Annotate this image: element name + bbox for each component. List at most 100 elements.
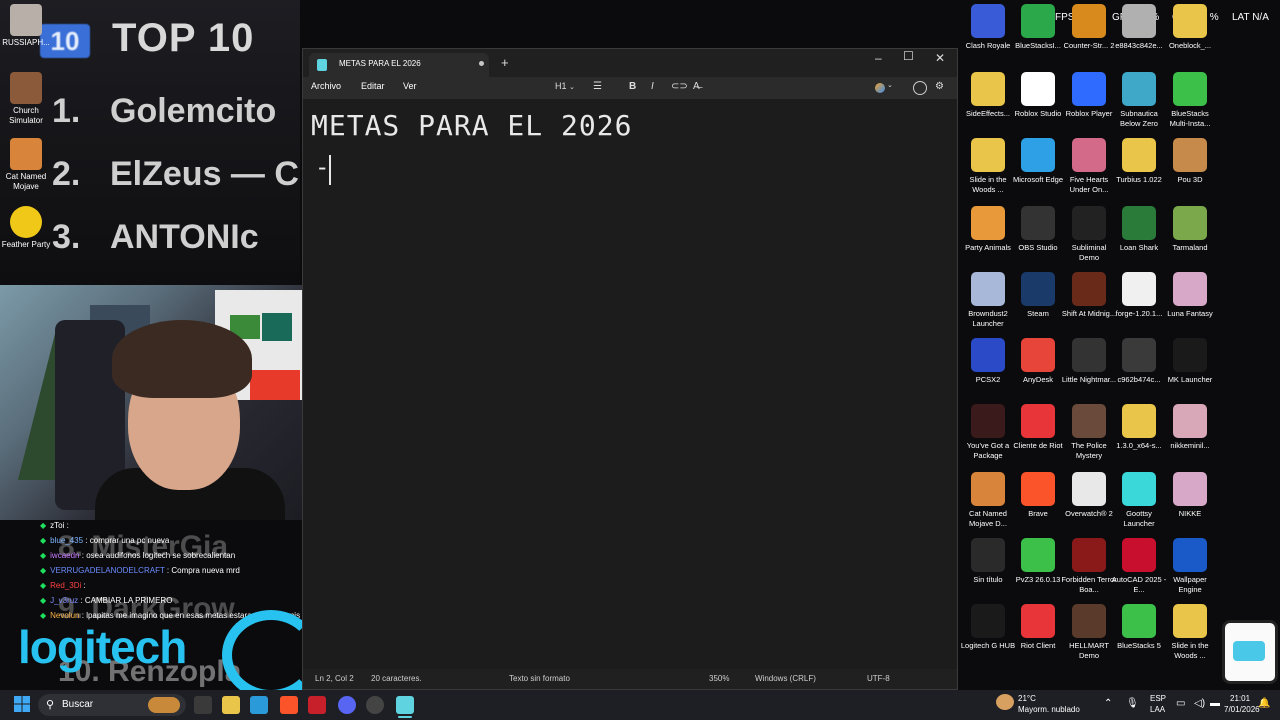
desktop-icon[interactable]: Brave — [1010, 472, 1066, 519]
account-icon[interactable] — [913, 81, 927, 95]
italic-icon[interactable]: I — [651, 81, 654, 92]
copilot-dropdown-icon[interactable]: ⌄ — [887, 81, 893, 89]
settings-gear-icon[interactable]: ⚙ — [935, 81, 944, 92]
network-icon[interactable]: ▭ — [1176, 698, 1185, 709]
lang-secondary[interactable]: LAA — [1150, 705, 1165, 714]
store-icon[interactable] — [250, 696, 268, 714]
desktop-icon[interactable]: Oneblock_... — [1162, 4, 1218, 51]
desktop-icon[interactable]: Clash Royale — [960, 4, 1016, 51]
desktop-icon[interactable]: Slide in the Woods ... — [1162, 604, 1218, 660]
desktop-icon[interactable]: Tarmaland — [1162, 206, 1218, 253]
volume-icon[interactable]: ◁) — [1194, 698, 1205, 709]
desktop-icon[interactable]: BlueStacks 5 — [1111, 604, 1167, 651]
desktop-icon[interactable]: Roblox Studio — [1010, 72, 1066, 119]
lang-primary[interactable]: ESP — [1150, 694, 1166, 703]
desktop-icon[interactable]: Roblox Player — [1061, 72, 1117, 119]
notification-icon[interactable]: 🔔 — [1258, 698, 1270, 709]
weather-temp[interactable]: 21°C — [1018, 694, 1036, 703]
desktop-icon-feather-party[interactable]: Feather Party — [0, 206, 52, 250]
desktop-icon[interactable]: c962b474c... — [1111, 338, 1167, 385]
desktop-icon[interactable]: OBS Studio — [1010, 206, 1066, 253]
desktop-icon[interactable]: Luna Fantasy — [1162, 272, 1218, 319]
text-editor[interactable] — [303, 99, 957, 669]
status-encoding[interactable]: UTF-8 — [867, 674, 890, 683]
desktop-icon[interactable]: The Police Mystery — [1061, 404, 1117, 460]
desktop-icon[interactable]: MK Launcher — [1162, 338, 1218, 385]
desktop-icon[interactable]: Browndust2 Launcher — [960, 272, 1016, 328]
desktop-icon[interactable]: Wallpaper Engine — [1162, 538, 1218, 594]
desktop-icon[interactable]: Steam — [1010, 272, 1066, 319]
menu-ver[interactable]: Ver — [403, 81, 417, 91]
task-view-icon[interactable] — [194, 696, 212, 714]
desktop-icon[interactable]: Riot Client — [1010, 604, 1066, 651]
desktop-icon[interactable]: Little Nightmar... — [1061, 338, 1117, 385]
desktop-icon[interactable]: AnyDesk — [1010, 338, 1066, 385]
desktop-icon[interactable]: Logitech G HUB — [960, 604, 1016, 651]
list-icon[interactable]: ☰ — [593, 81, 602, 92]
weather-desc[interactable]: Mayorm. nublado — [1018, 705, 1080, 714]
desktop-icon[interactable]: Slide in the Woods ... — [960, 138, 1016, 194]
status-line-ending[interactable]: Windows (CRLF) — [755, 674, 816, 683]
copilot-icon[interactable] — [875, 83, 885, 93]
brave-taskbar-icon[interactable] — [280, 696, 298, 714]
desktop-icon[interactable]: Five Hearts Under On... — [1061, 138, 1117, 194]
desktop-icon[interactable]: Subnautica Below Zero — [1111, 72, 1167, 128]
menu-archivo[interactable]: Archivo — [311, 81, 341, 91]
taskbar-search[interactable]: ⚲ Buscar — [38, 694, 186, 716]
desktop-icon-russiaph[interactable]: RUSSIAPH... — [0, 4, 52, 48]
desktop-icon[interactable]: 1.3.0_x64-s... — [1111, 404, 1167, 451]
desktop-icon[interactable]: Pou 3D — [1162, 138, 1218, 185]
clock-time[interactable]: 21:01 — [1230, 694, 1250, 703]
clear-format-icon[interactable]: A̶ — [693, 81, 700, 92]
desktop-icon[interactable]: e8843c842e... — [1111, 4, 1167, 51]
desktop-icon[interactable]: Turbius 1.022 — [1111, 138, 1167, 185]
unsaved-dot-icon[interactable] — [479, 61, 484, 66]
close-button[interactable]: ✕ — [935, 51, 945, 65]
discord-icon[interactable] — [338, 696, 356, 714]
heading-dropdown[interactable]: H1 ⌄ — [555, 81, 575, 91]
notepad-taskbar-icon[interactable] — [396, 696, 414, 714]
desktop-icon[interactable]: forge-1.20.1... — [1111, 272, 1167, 319]
desktop-icon[interactable]: NIKKE — [1162, 472, 1218, 519]
desktop-icon[interactable]: Subliminal Demo — [1061, 206, 1117, 262]
status-zoom[interactable]: 350% — [709, 674, 729, 683]
desktop-icon[interactable]: Cliente de Riot — [1010, 404, 1066, 451]
clock-date[interactable]: 7/01/2026 — [1224, 705, 1260, 714]
desktop-icon[interactable]: Counter-Str... 2 — [1061, 4, 1117, 51]
desktop-icon[interactable]: Sin título — [960, 538, 1016, 585]
menu-editar[interactable]: Editar — [361, 81, 385, 91]
new-tab-button[interactable]: + — [501, 55, 509, 70]
battery-icon[interactable]: ▬ — [1210, 698, 1220, 709]
file-explorer-icon[interactable] — [222, 696, 240, 714]
chevron-up-icon[interactable]: ⌃ — [1104, 698, 1112, 709]
desktop-icon[interactable]: nikkeminil... — [1162, 404, 1218, 451]
desktop-icon[interactable]: Goottsy Launcher — [1111, 472, 1167, 528]
desktop-icon-cat-mojave[interactable]: Cat Named Mojave — [0, 138, 52, 192]
desktop-icon[interactable]: Forbidden Terror Boa... — [1061, 538, 1117, 594]
icon-label: Cliente de Riot — [1013, 441, 1063, 450]
desktop-icon-church-simulator[interactable]: Church Simulator — [0, 72, 52, 126]
desktop-icon[interactable]: SideEffects... — [960, 72, 1016, 119]
desktop-icon[interactable]: Shift At Midnig... — [1061, 272, 1117, 319]
desktop-icon[interactable]: Party Animals — [960, 206, 1016, 253]
desktop-icon[interactable]: PvZ3 26.0.13 — [1010, 538, 1066, 585]
microphone-icon[interactable]: 🎙 — [1126, 698, 1139, 709]
minimize-button[interactable]: – — [875, 51, 882, 65]
desktop-icon[interactable]: Cat Named Mojave D... — [960, 472, 1016, 528]
desktop-icon[interactable]: BlueStacks Multi-Insta... — [1162, 72, 1218, 128]
maximize-button[interactable]: ☐ — [903, 49, 914, 63]
obs-taskbar-icon[interactable] — [366, 696, 384, 714]
desktop-icon[interactable]: PCSX2 — [960, 338, 1016, 385]
desktop-icon[interactable]: AutoCAD 2025 - E... — [1111, 538, 1167, 594]
bold-icon[interactable]: B — [629, 81, 636, 92]
desktop-icon[interactable]: Loan Shark — [1111, 206, 1167, 253]
tab-metas[interactable]: METAS PARA EL 2026 — [309, 53, 489, 77]
windows-start-icon[interactable] — [14, 696, 30, 712]
link-icon[interactable]: ⊂⊃ — [671, 81, 688, 92]
desktop-icon[interactable]: BlueStacksI... — [1010, 4, 1066, 51]
desktop-icon[interactable]: Microsoft Edge — [1010, 138, 1066, 185]
app-taskbar-icon[interactable] — [308, 696, 326, 714]
desktop-icon[interactable]: You've Got a Package — [960, 404, 1016, 460]
desktop-icon[interactable]: HELLMART Demo — [1061, 604, 1117, 660]
desktop-icon[interactable]: Overwatch® 2 — [1061, 472, 1117, 519]
